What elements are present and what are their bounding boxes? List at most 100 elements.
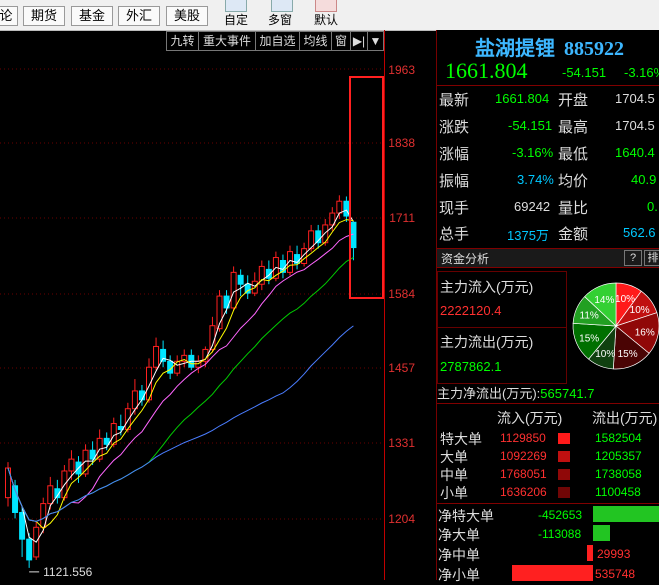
value-change: -54.151 [508, 118, 553, 133]
axis-tick: 1331 [388, 436, 415, 450]
divider [437, 85, 659, 86]
row-out-xl: 1582504 [595, 431, 642, 445]
row-label-s: 小单 [440, 485, 468, 501]
jump-end-icon[interactable]: ▶| [351, 32, 368, 50]
label-total-vol: 总手 [439, 226, 470, 243]
col-header-outflow: 流出(万元) [592, 410, 658, 426]
highlight-box [349, 76, 384, 299]
moving-average-button[interactable]: 均线 [300, 32, 332, 50]
pie-label: 16% [635, 327, 655, 338]
net-bar-s [512, 565, 593, 581]
value-open: 1704.5 [615, 91, 655, 106]
inflow-label: 主力流入(万元) [440, 279, 534, 295]
pie-label: 15% [618, 349, 638, 360]
dropdown-arrow-icon[interactable]: ▼ [368, 32, 383, 50]
value-low: 1640.4 [615, 145, 655, 160]
row-in-bar [558, 451, 570, 462]
label-vol-ratio: 量比 [558, 200, 589, 217]
pie-label: 11% [580, 310, 599, 321]
inflow-value: 2222120.4 [440, 303, 502, 318]
axis-tick: 1457 [388, 361, 415, 375]
col-header-inflow: 流入(万元) [497, 410, 563, 426]
nine-turn-button[interactable]: 九转 [167, 32, 199, 50]
row-in-bar [558, 487, 570, 498]
net-bar-l [593, 525, 610, 541]
label-amount: 金额 [558, 226, 589, 243]
capital-pie-chart: 10%10%16%15%10%15%11%14% [572, 282, 659, 370]
candle-body [26, 538, 33, 561]
tab-us-stocks[interactable]: 美股 [166, 6, 208, 26]
net-label-s: 净小单 [438, 567, 480, 583]
row-out-l: 1205357 [595, 449, 642, 463]
candle-body [131, 390, 138, 410]
row-label-xl: 特大单 [440, 431, 482, 447]
value-now-vol: 69242 [514, 199, 551, 214]
axis-tick: 1584 [388, 287, 415, 301]
candlestick-chart[interactable]: 1121.556 [0, 30, 384, 580]
value-high: 1704.5 [615, 118, 655, 133]
multi-window-label[interactable]: 多窗 [268, 11, 292, 28]
net-value-s: 535748 [595, 567, 636, 581]
add-watchlist-button[interactable]: 加自选 [256, 32, 300, 50]
outflow-label: 主力流出(万元) [440, 334, 534, 350]
candle-body [237, 274, 244, 285]
label-amplitude: 振幅 [439, 173, 470, 190]
tab-funds[interactable]: 基金 [71, 6, 113, 26]
row-out-m: 1738058 [595, 467, 642, 481]
axis-tick: 1711 [389, 211, 415, 225]
pie-label: 15% [579, 334, 599, 345]
moving-average-line [7, 233, 354, 522]
label-high: 最高 [558, 119, 589, 136]
pie-label: 10% [595, 349, 615, 360]
candle-body [68, 458, 75, 472]
capital-section-bar: 资金分析 ? 排 [437, 248, 659, 268]
price-axis: 1963 1838 1711 1584 1457 1331 1204 [384, 30, 437, 580]
label-pct: 涨幅 [439, 146, 470, 163]
label-latest: 最新 [439, 92, 470, 109]
net-value-l: -113088 [538, 527, 582, 541]
net-outflow-label: 主力净流出(万元): [437, 386, 541, 401]
value-amount: 562.6 [623, 225, 656, 240]
help-button[interactable]: ? [624, 250, 642, 266]
price-change-pct: -3.16% [624, 65, 659, 80]
default-layout-label[interactable]: 默认 [314, 11, 338, 28]
tab-futures[interactable]: 期货 [23, 6, 65, 26]
value-avg: 40.9 [631, 172, 657, 187]
value-amplitude: 3.74% [517, 172, 554, 187]
value-total-vol: 1375万 [507, 228, 549, 243]
top-toolbar: 论 期货 基金 外汇 美股 自定 多窗 默认 [0, 0, 659, 31]
candle-body [160, 348, 167, 362]
pie-label: 10% [630, 305, 650, 316]
candle-body [153, 345, 160, 368]
net-label-l: 净大单 [438, 527, 480, 543]
moving-average-line [7, 257, 354, 522]
row-label-l: 大单 [440, 449, 468, 465]
pie-label: 14% [594, 295, 614, 306]
divider [437, 403, 659, 404]
quote-panel: 盐湖提锂 885922 1661.804 -54.151 -3.16% 最新 1… [436, 30, 659, 583]
net-bar-xl [593, 506, 659, 522]
divider [437, 503, 659, 504]
tab-forex[interactable]: 外汇 [118, 6, 160, 26]
major-events-button[interactable]: 重大事件 [199, 32, 256, 50]
net-value-xl: -452653 [538, 508, 583, 522]
candle-body [47, 485, 54, 505]
net-outflow: 主力净流出(万元):565741.7 [437, 383, 595, 402]
value-pct: -3.16% [512, 145, 554, 160]
candle-body [19, 511, 26, 540]
label-low: 最低 [558, 146, 589, 163]
row-in-bar [558, 469, 570, 480]
chart-toolstrip: 九转 重大事件 加自选 均线 窗 ▶| ▼ [166, 31, 384, 51]
axis-tick: 1963 [388, 63, 415, 77]
price-change: -54.151 [562, 65, 607, 80]
rank-button[interactable]: 排 [644, 250, 659, 266]
net-outflow-value: 565741.7 [540, 386, 595, 401]
window-button[interactable]: 窗 [332, 32, 351, 50]
label-now-vol: 现手 [439, 200, 470, 217]
row-in-m: 1768051 [500, 467, 547, 481]
custom-layout-label[interactable]: 自定 [224, 11, 248, 28]
tab-partial[interactable]: 论 [0, 6, 18, 26]
low-annotation: 1121.556 [43, 565, 92, 579]
moving-average-line [7, 219, 354, 530]
row-out-s: 1100458 [595, 485, 641, 499]
